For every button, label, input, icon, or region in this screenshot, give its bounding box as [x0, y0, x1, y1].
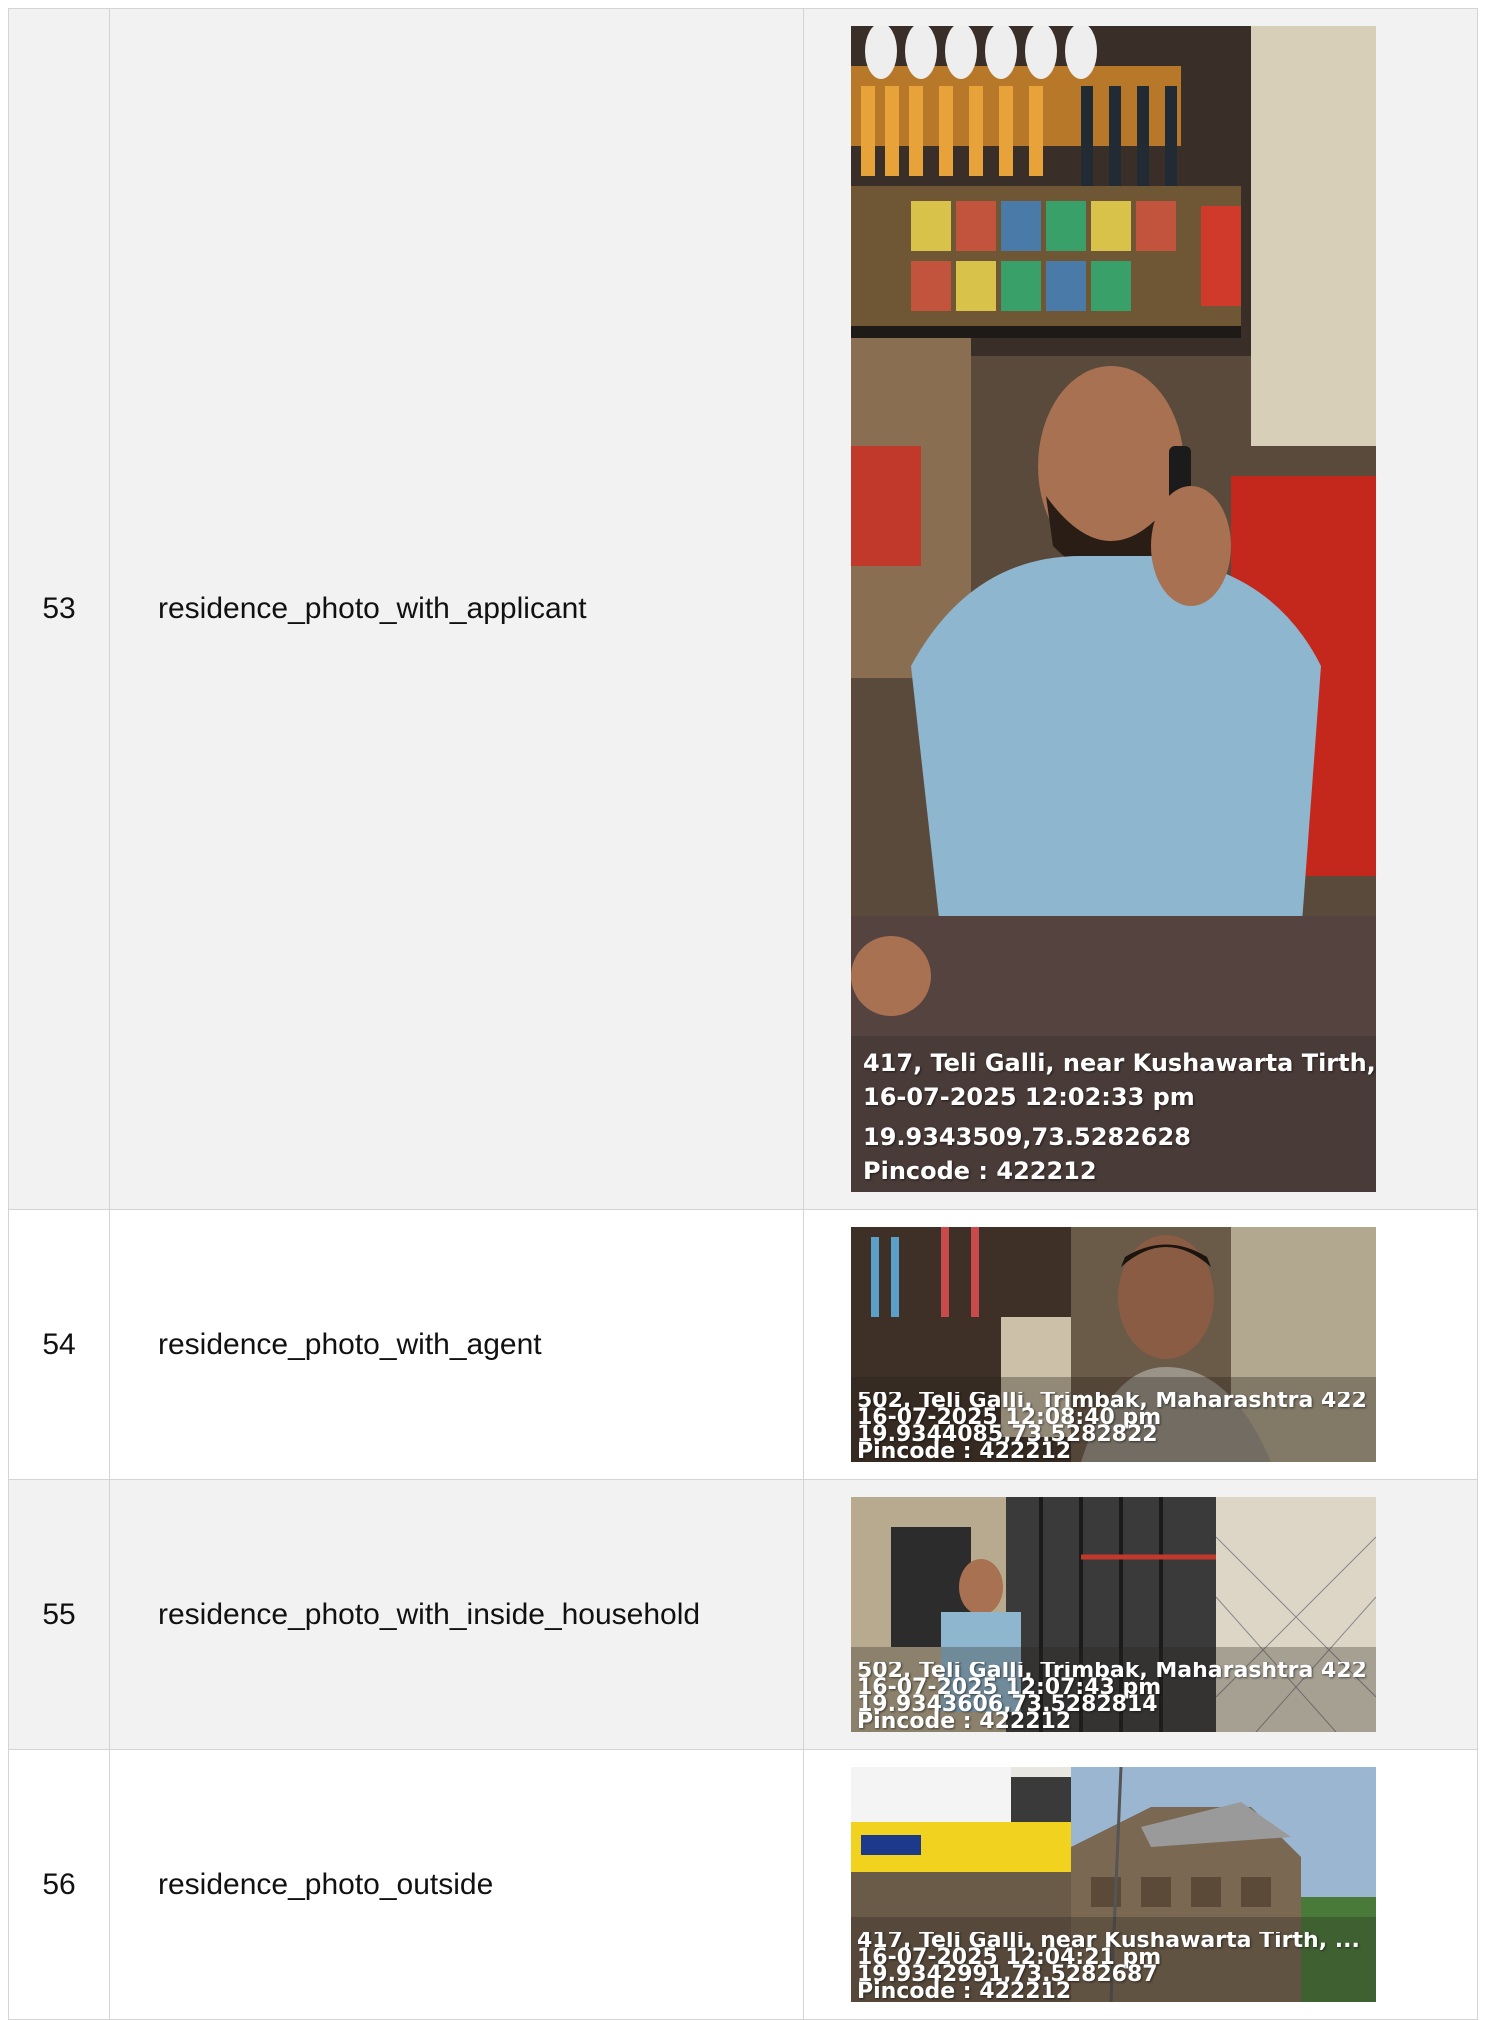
table-row: 54 residence_photo_with_agent 502, Teli …	[8, 1209, 1478, 1480]
photo-field-name: residence_photo_with_applicant	[109, 8, 804, 1210]
stamp-datetime: 16-07-2025 12:02:33 pm	[863, 1083, 1195, 1111]
household-photo[interactable]: 502, Teli Galli, Trimbak, Maharashtra 42…	[851, 1497, 1376, 1732]
stamp-coordinates: 19.9343509,73.5282628	[863, 1123, 1191, 1151]
geo-stamp: 502, Teli Galli, Trimbak, Maharashtra 42…	[857, 1662, 1376, 1730]
photo-cell: 417, Teli Galli, near Kushawarta Tirth, …	[803, 1749, 1478, 2020]
stamp-address: 417, Teli Galli, near Kushawarta Tirth, …	[863, 1049, 1376, 1077]
photo-field-name: residence_photo_with_agent	[109, 1209, 804, 1480]
photo-table: 53 residence_photo_with_applicant 417, T…	[8, 8, 1478, 2020]
stamp-pincode: Pincode : 422212	[857, 1979, 1072, 2001]
applicant-photo[interactable]: 417, Teli Galli, near Kushawarta Tirth, …	[851, 26, 1376, 1192]
photo-table-container: 53 residence_photo_with_applicant 417, T…	[8, 8, 1478, 2020]
photo-cell: 502, Teli Galli, Trimbak, Maharashtra 42…	[803, 1479, 1478, 1750]
applicant-photo-image	[851, 26, 1376, 1192]
stamp-pincode: Pincode : 422212	[863, 1157, 1097, 1185]
table-row: 56 residence_photo_outside 417, Teli Gal…	[8, 1749, 1478, 2020]
geo-stamp: 417, Teli Galli, near Kushawarta Tirth, …	[863, 1046, 1376, 1188]
geo-stamp: 417, Teli Galli, near Kushawarta Tirth, …	[857, 1932, 1376, 2000]
outside-photo[interactable]: 417, Teli Galli, near Kushawarta Tirth, …	[851, 1767, 1376, 2002]
table-row: 55 residence_photo_with_inside_household	[8, 1479, 1478, 1750]
photo-cell: 502, Teli Galli, Trimbak, Maharashtra 42…	[803, 1209, 1478, 1480]
row-number: 56	[8, 1749, 110, 2020]
agent-photo[interactable]: 502, Teli Galli, Trimbak, Maharashtra 42…	[851, 1227, 1376, 1462]
geo-stamp: 502, Teli Galli, Trimbak, Maharashtra 42…	[857, 1392, 1376, 1460]
photo-cell: 417, Teli Galli, near Kushawarta Tirth, …	[803, 8, 1478, 1210]
table-row: 53 residence_photo_with_applicant 417, T…	[8, 8, 1478, 1210]
row-number: 53	[8, 8, 110, 1210]
row-number: 54	[8, 1209, 110, 1480]
row-number: 55	[8, 1479, 110, 1750]
photo-field-name: residence_photo_outside	[109, 1749, 804, 2020]
photo-field-name: residence_photo_with_inside_household	[109, 1479, 804, 1750]
